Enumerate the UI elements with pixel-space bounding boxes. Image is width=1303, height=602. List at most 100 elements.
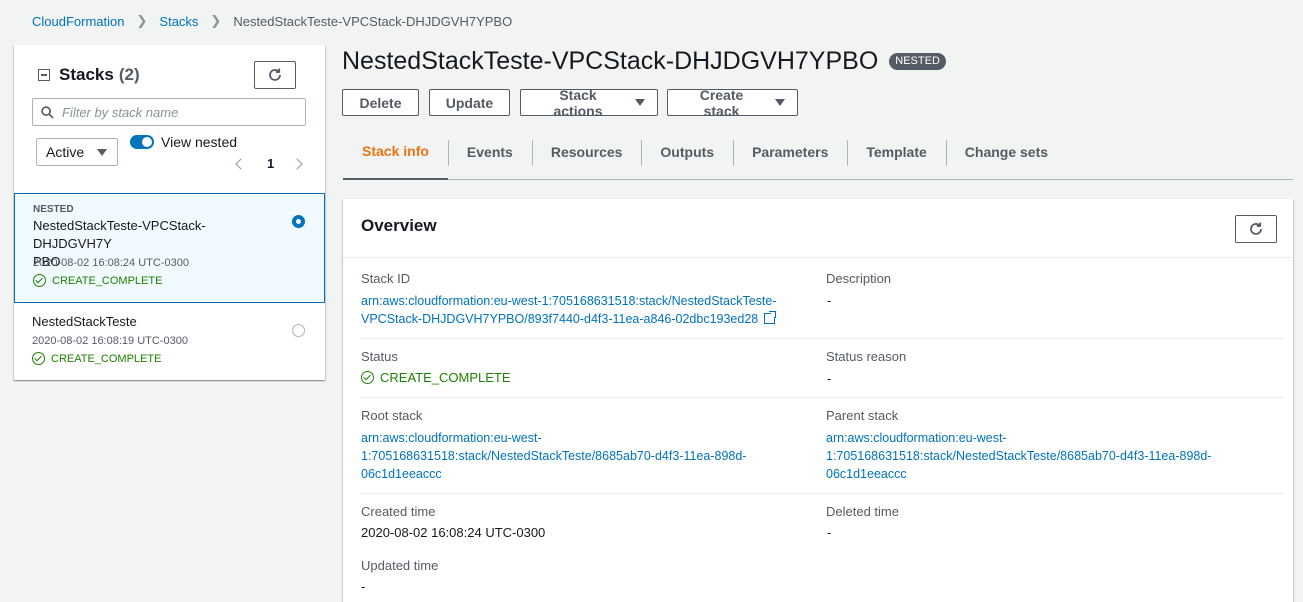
collapse-icon[interactable] [38,69,50,81]
stack-created-date: 2020-08-02 16:08:19 UTC-0300 [32,335,188,347]
updated-time-label: Updated time [361,558,439,573]
stack-select-radio[interactable] [292,215,305,228]
stack-list-item[interactable]: NestedStackTeste 2020-08-02 16:08:19 UTC… [14,304,325,380]
tab-stack-info[interactable]: Stack info [343,138,448,180]
stack-tabs: Stack info Events Resources Outputs Para… [343,138,1293,180]
overview-container: Overview Stack ID arn:aws:cloudformation… [343,199,1293,602]
stacks-count: (2) [118,65,140,84]
created-time-value: 2020-08-02 16:08:24 UTC-0300 [361,525,546,540]
status-filter-select[interactable]: Active [36,138,118,166]
stack-title: NestedStackTeste-VPCStack-DHJDGVH7YPBO [342,47,879,75]
chevron-right-icon: ❯ [136,13,148,28]
refresh-icon [269,68,281,81]
stack-actions-button[interactable]: Stack actions [520,86,658,119]
stack-id-label: Stack ID [361,271,411,286]
deleted-time-label: Deleted time [826,504,899,519]
tab-label: Events [466,143,513,160]
caret-down-icon [635,99,645,106]
divider [361,397,1283,398]
divider [361,493,1283,494]
check-circle-icon [361,371,374,384]
stack-status-text: CREATE_COMPLETE [51,352,162,365]
page-number[interactable]: 1 [267,156,274,171]
root-stack-line3: 06c1d1eeaccc [361,467,442,481]
stack-id-link[interactable]: arn:aws:cloudformation:eu-west-1:7051686… [361,292,778,328]
stack-id-line1: arn:aws:cloudformation:eu-west-1:7051686… [361,294,777,308]
tab-parameters[interactable]: Parameters [733,138,847,179]
description-label: Description [826,271,892,286]
stack-filter-box [32,98,306,126]
breadcrumb-stacks[interactable]: Stacks [159,14,198,29]
tab-label: Parameters [752,143,829,160]
nested-tag: NESTED [33,204,74,215]
stack-actions-label: Stack actions [553,86,603,119]
breadcrumb-current: NestedStackTeste-VPCStack-DHJDGVH7YPBO [233,13,513,29]
tab-label: Template [866,143,927,160]
create-stack-button[interactable]: Create stack [667,86,798,119]
tab-label: Change sets [964,143,1049,160]
status-value-text: CREATE_COMPLETE [380,370,511,385]
view-nested-toggle-wrap: View nested [130,134,237,150]
tab-label: Outputs [660,143,715,160]
tab-outputs[interactable]: Outputs [641,138,733,179]
parent-stack-line2: 1:705168631518:stack/NestedStackTeste/86… [826,449,1212,463]
chevron-left-icon[interactable] [235,157,247,170]
root-stack-link[interactable]: arn:aws:cloudformation:eu-west- 1:705168… [361,429,746,483]
tab-template[interactable]: Template [847,138,945,179]
root-stack-label: Root stack [361,408,423,423]
view-nested-label: View nested [161,134,238,150]
root-stack-line1: arn:aws:cloudformation:eu-west- [361,431,542,445]
deleted-time-value: - [827,525,832,540]
created-time-label: Created time [361,504,436,519]
pagination: 1 [235,156,303,171]
status-reason-label: Status reason [826,349,907,364]
refresh-icon [1250,222,1262,235]
stacks-panel-title: Stacks [59,65,114,84]
stacks-panel-header: Stacks (2) [38,65,140,85]
search-icon [41,105,54,119]
stacks-panel: Stacks (2) Active View nested 1 NESTED N… [14,45,325,380]
overview-title: Overview [361,216,437,235]
parent-stack-link[interactable]: arn:aws:cloudformation:eu-west- 1:705168… [826,429,1211,483]
status-reason-value: - [827,371,832,386]
stack-status-text: CREATE_COMPLETE [52,274,163,287]
breadcrumb: CloudFormation ❯ Stacks ❯ NestedStackTes… [32,13,512,29]
stacks-refresh-button[interactable] [254,61,296,89]
stack-status: CREATE_COMPLETE [32,352,161,365]
status-label: Status [361,349,398,364]
create-stack-label: Create stack [699,86,744,119]
stack-id-line2: VPCStack-DHJDGVH7YPBO/893f7440-d4f3-11ea… [361,312,759,326]
breadcrumb-cloudformation[interactable]: CloudFormation [32,14,125,29]
update-button[interactable]: Update [429,89,510,116]
nested-badge: NESTED [889,53,946,70]
parent-stack-line1: arn:aws:cloudformation:eu-west- [826,431,1007,445]
status-filter-value: Active [46,144,85,160]
stack-status: CREATE_COMPLETE [33,274,162,287]
tab-events[interactable]: Events [447,138,532,179]
tab-resources[interactable]: Resources [531,138,642,179]
view-nested-toggle[interactable] [130,135,154,149]
stack-id-line2-wrap: VPCStack-DHJDGVH7YPBO/893f7440-d4f3-11ea… [361,310,778,328]
tab-label: Stack info [362,143,429,159]
stack-filter-input[interactable] [62,104,292,120]
chevron-right-icon[interactable] [291,157,303,170]
stack-list-item[interactable]: NESTED NestedStackTeste-VPCStack-DHJDGVH… [14,193,325,303]
root-stack-line2: 1:705168631518:stack/NestedStackTeste/86… [361,449,747,463]
check-circle-icon [32,352,45,365]
caret-down-icon [775,99,785,106]
updated-time-value: - [361,579,366,594]
stack-select-radio[interactable] [292,324,305,337]
overview-refresh-button[interactable] [1235,215,1277,243]
parent-stack-line3: 06c1d1eeaccc [826,467,907,481]
description-value: - [827,293,832,308]
stack-name-line1: NestedStackTeste-VPCStack-DHJDGVH7Y [33,218,206,251]
overview-header: Overview [343,199,1293,258]
tab-label: Resources [550,143,623,160]
parent-stack-label: Parent stack [826,408,899,423]
divider [361,338,1283,339]
external-link-icon [764,311,778,324]
delete-button[interactable]: Delete [342,89,419,116]
tab-change-sets[interactable]: Change sets [945,138,1067,179]
page-title: NestedStackTeste-VPCStack-DHJDGVH7YPBO N… [342,47,946,76]
stack-name: NestedStackTeste [32,314,137,329]
